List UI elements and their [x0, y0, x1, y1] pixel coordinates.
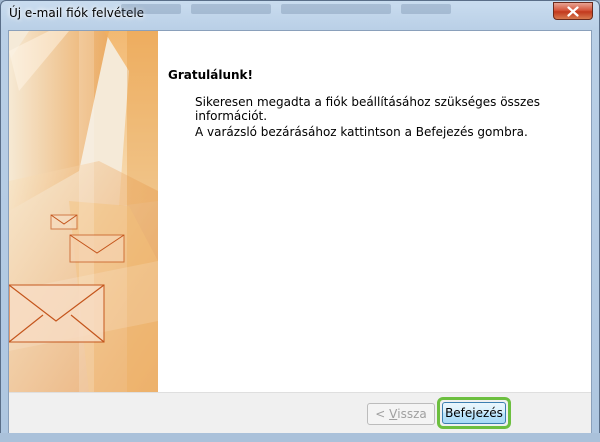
envelope-icon — [9, 284, 105, 343]
back-button-prefix: < — [375, 407, 390, 421]
congrats-heading: Gratulálunk! — [168, 68, 254, 82]
back-button-accesskey: V — [389, 407, 398, 421]
back-button[interactable]: < Vissza — [367, 403, 435, 425]
window-bottom-edge — [0, 433, 600, 442]
orange-envelope-art — [9, 31, 158, 392]
wizard-content: Gratulálunk! Sikeresen megadta a fiók be… — [158, 31, 591, 392]
dialog-window: Új e-mail fiók felvétele Gratulálunk! Si… — [0, 0, 600, 442]
title-bar[interactable]: Új e-mail fiók felvétele — [1, 1, 599, 29]
background-blur — [121, 4, 541, 18]
wizard-footer: < Vissza Befejezés — [9, 392, 591, 433]
close-button[interactable] — [553, 2, 593, 20]
finish-instruction: A varázsló bezárásához kattintson a Befe… — [195, 125, 528, 139]
success-message: Sikeresen megadta a fiók beállításához s… — [195, 95, 540, 123]
finish-button[interactable]: Befejezés — [442, 402, 506, 424]
close-icon — [567, 5, 579, 17]
envelope-icon — [50, 214, 78, 230]
wizard-side-illustration — [9, 31, 158, 392]
envelope-icon — [69, 234, 125, 263]
back-button-label: issza — [397, 407, 427, 421]
dialog-client-area: Gratulálunk! Sikeresen megadta a fiók be… — [8, 30, 592, 434]
